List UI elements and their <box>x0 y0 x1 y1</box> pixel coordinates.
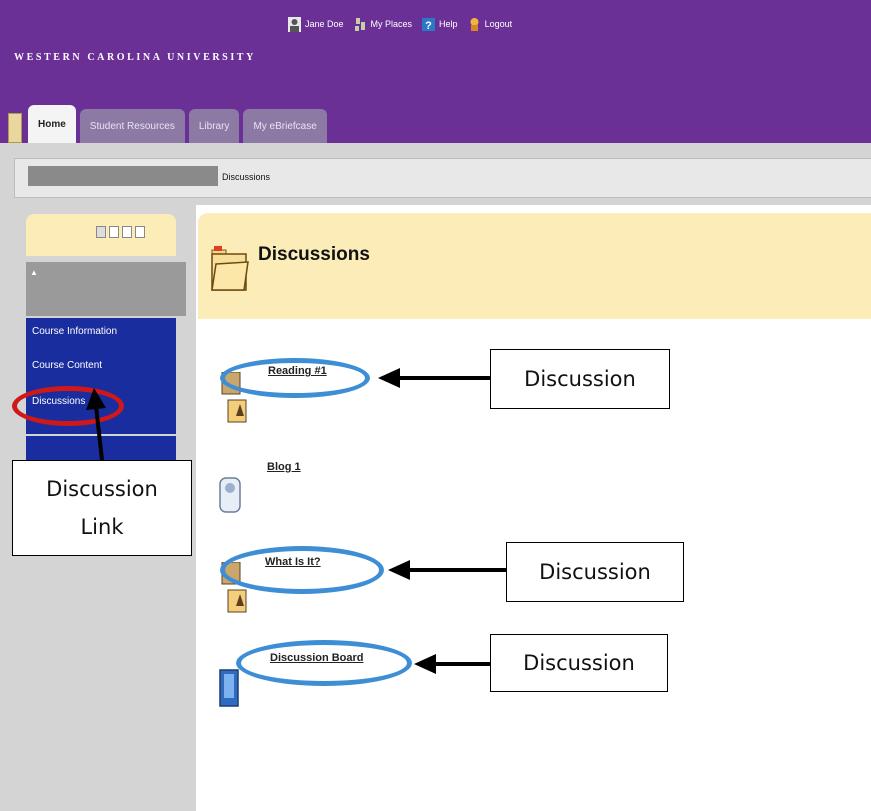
discussion-link-callout: Discussion Link <box>12 460 192 556</box>
arrow-discussion-board <box>414 654 490 674</box>
annotation-arrows <box>86 368 506 674</box>
callout-label: Discussion <box>524 367 636 391</box>
discussion-callout-1: Discussion <box>490 349 670 409</box>
discussion-callout-3: Discussion <box>490 634 668 692</box>
callout-line-1: Discussion <box>46 477 158 501</box>
callout-label: Discussion <box>539 560 651 584</box>
arrow-reading-1 <box>378 368 490 388</box>
arrow-discussion-link <box>86 388 106 461</box>
arrow-what-is-it <box>388 560 506 580</box>
callout-label: Discussion <box>523 651 635 675</box>
discussion-callout-2: Discussion <box>506 542 684 602</box>
callout-line-2: Link <box>80 515 124 539</box>
